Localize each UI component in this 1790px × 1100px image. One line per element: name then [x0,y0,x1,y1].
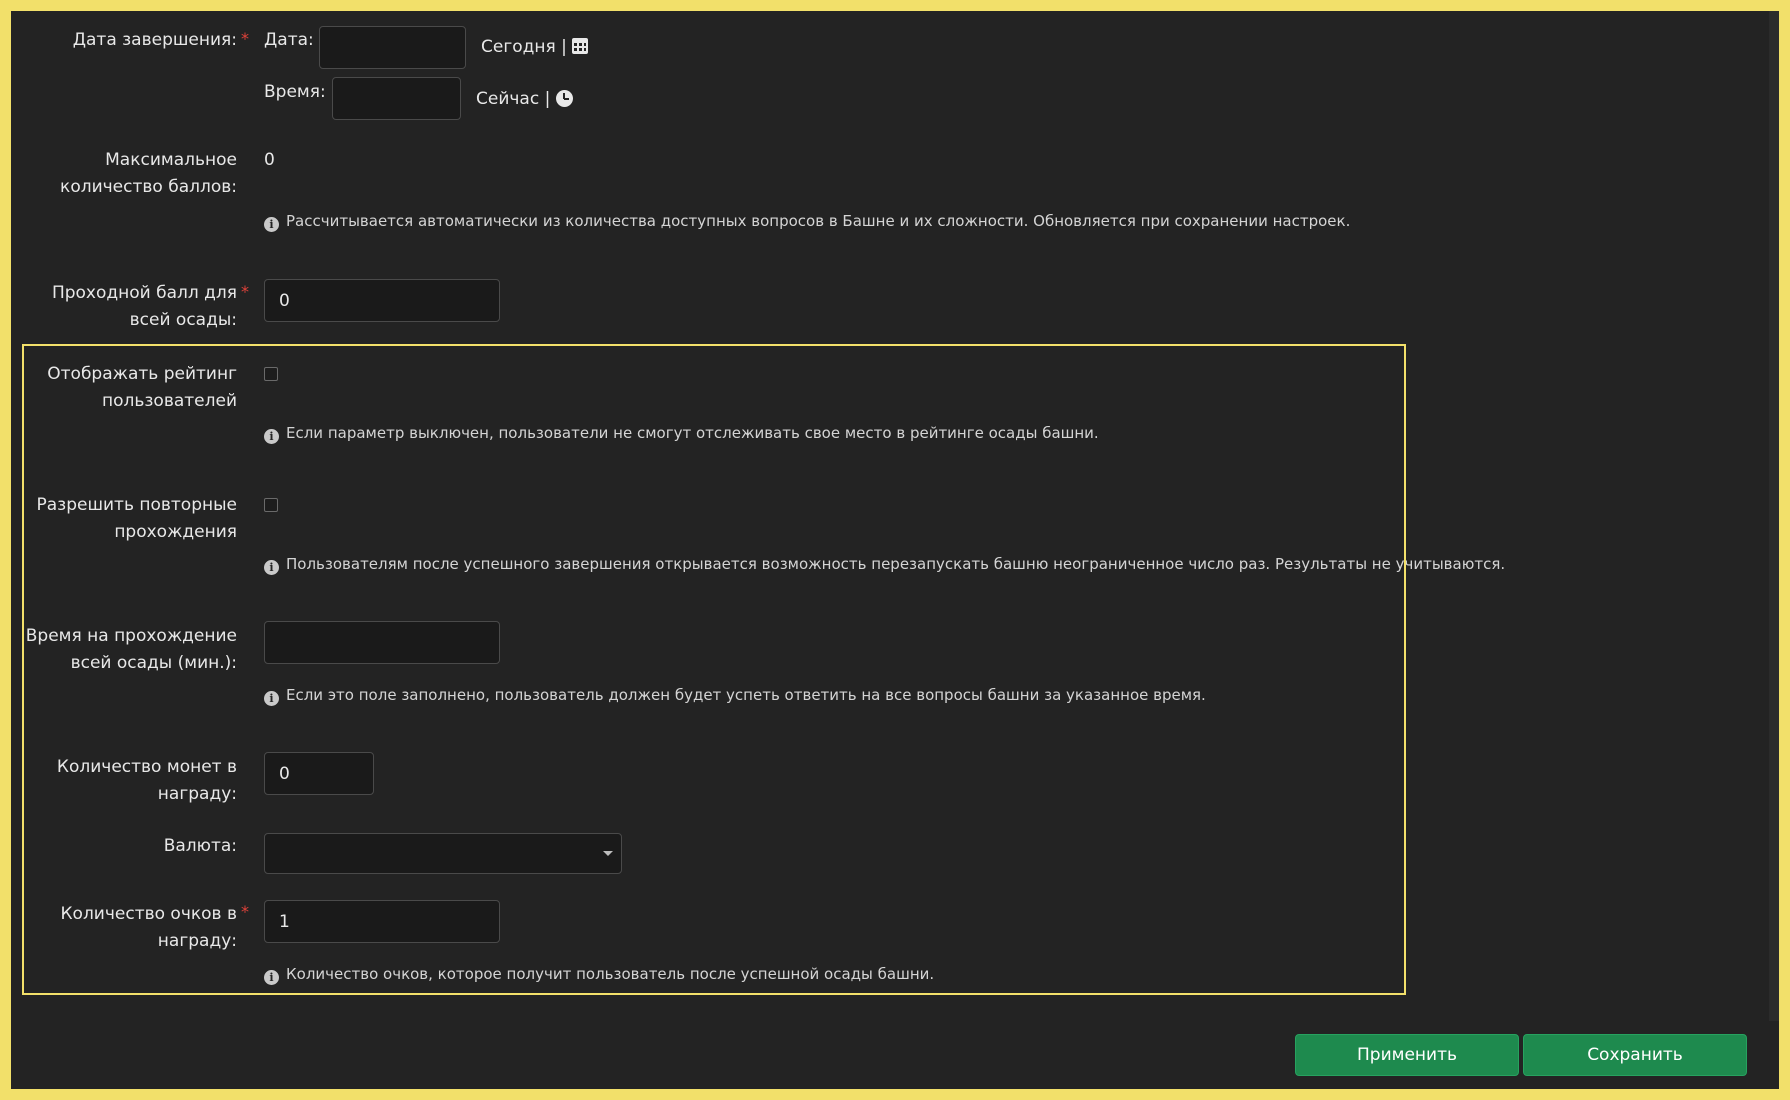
show-rating-checkbox[interactable] [264,367,278,381]
passing-score-input[interactable] [264,279,500,322]
label-line: пользователей [101,391,237,411]
label-line: всей осады (мин.): [70,653,237,673]
label-line: награду: [157,931,237,951]
label-line: Количество очков в [60,904,237,924]
allow-repeat-checkbox[interactable] [264,498,278,512]
calendar-icon[interactable] [572,38,589,54]
time-limit-help: i Если это поле заполнено, пользователь д… [264,685,1206,706]
save-button[interactable]: Сохранить [1523,1034,1747,1076]
label-line: Разрешить повторные [36,495,237,515]
today-control: Сегодня | [481,34,589,61]
points-reward-input[interactable] [264,900,500,943]
caret-down-icon [603,851,613,856]
help-text: Рассчитывается автоматически из количест… [286,212,1351,230]
apply-button[interactable]: Применить [1295,1034,1519,1076]
required-mark: * [241,902,249,921]
points-reward-help: i Количество очков, которое получит польз… [264,964,934,985]
date-label: Дата: [264,30,314,50]
date-input[interactable] [319,26,466,69]
label-line: количество баллов: [60,177,237,197]
info-icon: i [264,429,279,444]
label-line: всей осады: [129,310,237,330]
time-limit-input[interactable] [264,621,500,664]
show-rating-label: Отображать рейтинг пользователей [11,361,237,415]
settings-form: Дата завершения: * Дата: Сегодня | Время… [11,11,1779,1089]
help-text: Пользователям после успешного завершения… [286,555,1506,573]
info-icon: i [264,970,279,985]
clock-icon[interactable] [555,90,573,107]
today-link[interactable]: Сегодня [481,37,556,57]
help-text: Если это поле заполнено, пользователь до… [286,686,1206,704]
required-mark: * [241,29,249,48]
help-text: Количество очков, которое получит пользо… [286,965,935,983]
passing-score-label: Проходной балл для всей осады: [11,280,237,334]
now-control: Сейчас | [476,86,573,113]
max-score-value: 0 [264,150,275,170]
label-line: Отображать рейтинг [47,364,237,384]
time-label: Время: [264,82,326,102]
time-limit-label: Время на прохождение всей осады (мин.): [11,623,237,677]
show-rating-help: i Если параметр выключен, пользователи не… [264,423,1099,444]
info-icon: i [264,691,279,706]
info-icon: i [264,217,279,232]
points-reward-label: Количество очков в награду: [11,901,237,955]
help-text: Если параметр выключен, пользователи не … [286,424,1099,442]
max-score-label: Максимальное количество баллов: [11,147,237,201]
info-icon: i [264,560,279,575]
label-line: Проходной балл для [51,283,237,303]
time-input[interactable] [332,77,461,120]
currency-select[interactable] [264,833,622,874]
label-line: награду: [157,784,237,804]
coins-reward-input[interactable] [264,752,374,795]
separator: | [561,37,567,57]
label-line: Количество монет в [56,757,237,777]
max-score-help: i Рассчитывается автоматически из количес… [264,211,1350,232]
allow-repeat-label: Разрешить повторные прохождения [11,492,237,546]
currency-label: Валюта: [163,836,237,856]
coins-reward-label: Количество монет в награду: [11,754,237,808]
label-line: Максимальное [105,150,237,170]
now-link[interactable]: Сейчас [476,89,539,109]
end-date-label: Дата завершения: [72,30,237,50]
required-mark: * [241,282,249,301]
label-line: Время на прохождение [25,626,237,646]
allow-repeat-help: i Пользователям после успешного завершени… [264,554,1505,575]
separator: | [544,89,551,109]
scrollbar[interactable] [1769,11,1779,1021]
label-line: прохождения [114,522,237,542]
